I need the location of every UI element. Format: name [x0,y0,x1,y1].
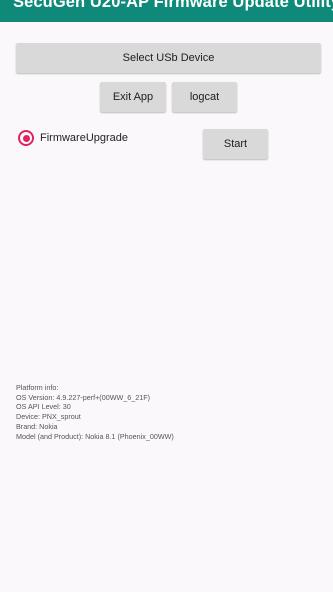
firmware-upgrade-radio[interactable]: FirmwareUpgrade [18,127,128,149]
platform-info-header: Platform info: [16,383,59,392]
brand-name: Brand: Nokia [16,421,58,431]
exit-app-button[interactable]: Exit App [100,82,166,112]
radio-dot [22,134,30,142]
device-name: Device: PNX_sprout [16,412,81,422]
model-name: Model (and Product): Nokia 8.1 (Phoenix_… [16,431,174,441]
app-bar: SecuGen U20-AP Firmware Update Utility [0,0,333,22]
logcat-button[interactable]: logcat [172,82,237,112]
app-title: SecuGen U20-AP Firmware Update Utility [13,0,333,11]
firmware-upgrade-label: FirmwareUpgrade [40,132,129,144]
os-version: OS Version: 4.9.227-perf+(00WW_6_21F) [16,392,151,402]
platform-info: Platform info: OS Version: 4.9.227-perf+… [16,383,174,441]
radio-selected-icon[interactable] [18,130,34,146]
os-api-level: OS API Level: 30 [16,402,71,412]
start-button[interactable]: Start [203,129,268,159]
select-usb-device-button[interactable]: Select USb Device [16,43,321,73]
